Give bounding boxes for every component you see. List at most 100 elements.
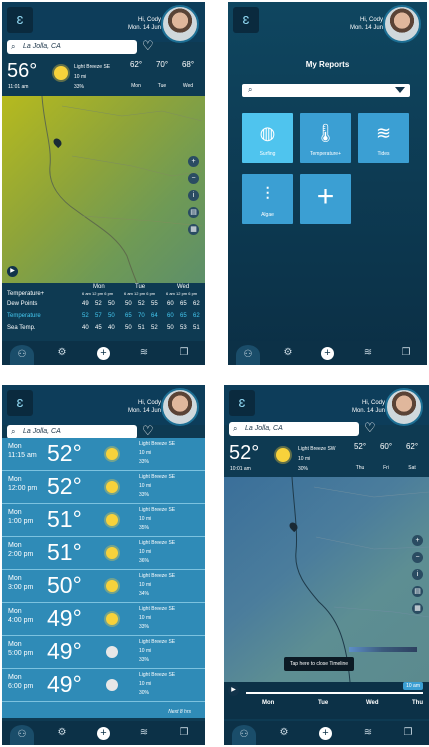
- sun-icon: [54, 66, 68, 80]
- app-logo-icon[interactable]: ɛ: [7, 7, 33, 33]
- row-details: Light Breeze SE 10 mi 35%: [139, 506, 175, 533]
- profile-tab-icon[interactable]: ⚇: [232, 725, 256, 745]
- row-day: Mon: [8, 443, 22, 450]
- humidity-text: 33%: [74, 84, 85, 90]
- profile-tab-icon[interactable]: ⚇: [10, 345, 34, 365]
- table-cell: 51: [193, 325, 200, 331]
- weather-map[interactable]: + − i ▤ ▦ ▶: [2, 96, 205, 283]
- report-tile-tides[interactable]: ≋ Tides: [358, 113, 409, 163]
- list-item[interactable]: Mon 1:00 pm 51° Light Breeze SE 10 mi 35%: [2, 504, 205, 537]
- forecast-day[interactable]: 68° Wed: [176, 60, 200, 89]
- calendar-icon[interactable]: ▦: [188, 224, 199, 235]
- hourly-list[interactable]: Mon 11:15 am 52° Light Breeze SE 10 mi 33% Mo…: [2, 438, 205, 718]
- reports-tab-icon[interactable]: ❐: [176, 345, 192, 361]
- add-tab-icon[interactable]: +: [321, 347, 334, 360]
- wind-tab-icon[interactable]: ≋: [136, 345, 152, 361]
- settings-tab-icon[interactable]: ⚙: [54, 345, 70, 361]
- forecast-day[interactable]: 70° Tue: [150, 60, 174, 89]
- search-input[interactable]: ⌕ La Jolla, CA: [7, 40, 137, 54]
- list-item[interactable]: Mon 4:00 pm 49° Light Breeze SE 10 mi 33%: [2, 603, 205, 636]
- row-label: Temperature+: [7, 291, 45, 297]
- map-legend: [349, 647, 417, 652]
- forecast-day[interactable]: 52° Thu: [348, 442, 372, 471]
- avatar[interactable]: [161, 5, 199, 43]
- settings-tab-icon[interactable]: ⚙: [276, 725, 292, 741]
- app-logo-icon[interactable]: ɛ: [229, 390, 255, 416]
- zoom-in-icon[interactable]: +: [188, 156, 199, 167]
- report-tile-temperature[interactable]: 🌡 Temperature+: [300, 113, 351, 163]
- app-logo-icon[interactable]: ɛ: [233, 7, 259, 33]
- timeline-slider[interactable]: [246, 692, 423, 694]
- list-item[interactable]: Mon 2:00 pm 51° Light Breeze SE 10 mi 36%: [2, 537, 205, 570]
- zoom-out-icon[interactable]: −: [188, 173, 199, 184]
- forecast-day[interactable]: 62° Sat: [400, 442, 424, 471]
- info-icon[interactable]: i: [188, 190, 199, 201]
- avatar[interactable]: [161, 388, 199, 426]
- forecast-day[interactable]: 60° Fri: [374, 442, 398, 471]
- wind-tab-icon[interactable]: ≋: [360, 345, 376, 361]
- play-icon[interactable]: ▶: [7, 266, 18, 277]
- list-item[interactable]: Mon 11:15 am 52° Light Breeze SE 10 mi 33%: [2, 438, 205, 471]
- favorite-heart-icon[interactable]: ♡: [142, 38, 154, 54]
- timeline[interactable]: ▶ 10 am Mon Tue Wed Thu: [224, 682, 429, 719]
- wind-tab-icon[interactable]: ≋: [360, 725, 376, 741]
- plus-icon: +: [316, 180, 335, 213]
- zoom-out-icon[interactable]: −: [412, 552, 423, 563]
- list-item[interactable]: Mon 5:00 pm 49° Light Breeze SE 10 mi 33%: [2, 636, 205, 669]
- report-search-dropdown[interactable]: ⌕: [242, 84, 410, 97]
- add-tab-icon[interactable]: +: [97, 347, 110, 360]
- timeline-day[interactable]: Tue: [318, 700, 328, 706]
- humidity-text: 30%: [298, 466, 309, 472]
- layers-icon[interactable]: ▤: [188, 207, 199, 218]
- favorite-heart-icon[interactable]: ♡: [142, 423, 154, 439]
- row-wind: Light Breeze SE: [139, 540, 176, 546]
- report-tile-algae[interactable]: ⫶ Algae: [242, 174, 293, 224]
- search-input[interactable]: ⌕ La Jolla, CA: [7, 425, 137, 439]
- row-details: Light Breeze SE 10 mi 33%: [139, 605, 175, 632]
- waves-icon: ≋: [375, 123, 392, 143]
- list-item[interactable]: Mon 6:00 pm 49° Light Breeze SE 10 mi 30%: [2, 669, 205, 702]
- timeline-day[interactable]: Wed: [366, 700, 379, 706]
- table-cell: 57: [95, 313, 102, 319]
- list-item[interactable]: Mon 12:00 pm 52° Light Breeze SE 10 mi 33%: [2, 471, 205, 504]
- row-label: Sea Temp.: [7, 325, 36, 331]
- reports-tab-icon[interactable]: ❐: [176, 725, 192, 741]
- play-icon[interactable]: ▶: [228, 685, 239, 696]
- search-input[interactable]: ⌕ La Jolla, CA: [229, 422, 359, 436]
- avatar[interactable]: [383, 5, 421, 43]
- settings-tab-icon[interactable]: ⚙: [280, 345, 296, 361]
- info-icon[interactable]: i: [412, 569, 423, 580]
- timeline-day[interactable]: Thu: [412, 700, 423, 706]
- list-item[interactable]: Mon 3:00 pm 50° Light Breeze SE 10 mi 34%: [2, 570, 205, 603]
- calendar-icon[interactable]: ▦: [412, 603, 423, 614]
- report-tile-surfing[interactable]: ◍ Surfing: [242, 113, 293, 163]
- table-cell: 52: [138, 301, 145, 307]
- profile-tab-icon[interactable]: ⚇: [10, 725, 34, 745]
- table-row-highlight[interactable]: Temperature 52 57 50 65 70 64 60 65 62: [7, 313, 202, 323]
- favorite-heart-icon[interactable]: ♡: [364, 420, 376, 436]
- add-tab-icon[interactable]: +: [97, 727, 110, 740]
- greeting: Hi, Cody Mon. 14 Jun: [352, 399, 385, 415]
- reports-tab-icon[interactable]: ❐: [398, 345, 414, 361]
- zoom-in-icon[interactable]: +: [412, 535, 423, 546]
- chevron-down-icon[interactable]: [395, 87, 405, 93]
- layers-icon[interactable]: ▤: [412, 586, 423, 597]
- reports-tab-icon[interactable]: ❐: [400, 725, 416, 741]
- row-datetime: Mon 1:00 pm: [8, 508, 33, 526]
- app-logo-icon[interactable]: ɛ: [7, 390, 33, 416]
- current-time: 11:01 am: [8, 84, 29, 90]
- add-report-tile[interactable]: +: [300, 174, 351, 224]
- row-time: 11:15 am: [8, 452, 37, 459]
- timeline-tooltip[interactable]: Tap here to close Timeline: [284, 657, 355, 671]
- forecast-day[interactable]: 62° Mon: [124, 60, 148, 89]
- thermometer-icon: 🌡: [314, 123, 337, 143]
- greeting-date: Mon. 14 Jun: [127, 25, 161, 31]
- profile-tab-icon[interactable]: ⚇: [236, 345, 260, 365]
- row-wind: Light Breeze SE: [139, 474, 176, 480]
- add-tab-icon[interactable]: +: [319, 727, 332, 740]
- settings-tab-icon[interactable]: ⚙: [54, 725, 70, 741]
- avatar[interactable]: [385, 388, 423, 426]
- timeline-day[interactable]: Mon: [262, 700, 274, 706]
- wind-tab-icon[interactable]: ≋: [136, 725, 152, 741]
- next-hours-link[interactable]: Next 8 hrs: [168, 709, 191, 715]
